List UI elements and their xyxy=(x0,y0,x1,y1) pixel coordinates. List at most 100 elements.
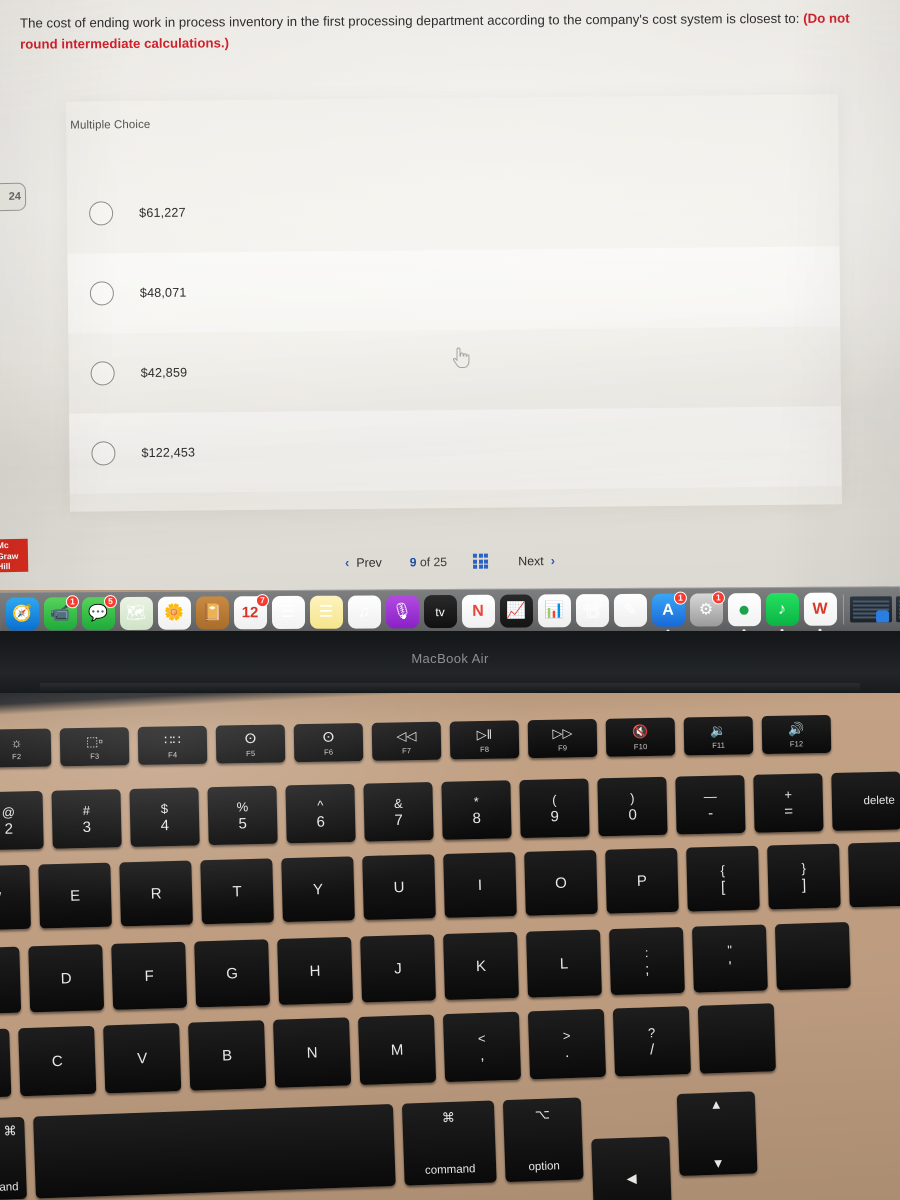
dock-item-podcasts[interactable]: 🎙 xyxy=(384,594,420,630)
key-primary-symbol: 4 xyxy=(160,816,170,834)
radio-button-2[interactable] xyxy=(89,281,115,306)
key-4[interactable]: $4 xyxy=(129,787,200,847)
key-E[interactable]: E xyxy=(38,862,112,929)
key-7[interactable]: & 7 xyxy=(363,782,434,842)
key-2[interactable]: @2 xyxy=(0,790,44,851)
key-f10[interactable]: 🔇 F10 xyxy=(605,717,676,757)
dock-item-keynote[interactable]: 📽 xyxy=(574,593,610,629)
choice-option-3[interactable]: $42,859 xyxy=(68,326,841,413)
key-M[interactable]: M xyxy=(357,1014,437,1085)
key-V[interactable]: V xyxy=(103,1022,182,1094)
choice-option-2[interactable]: $48,071 xyxy=(67,246,841,334)
key-9[interactable]: (9 xyxy=(519,778,590,839)
key-,[interactable]: <, xyxy=(442,1011,522,1083)
key-C[interactable]: C xyxy=(18,1025,97,1097)
key-edge-partial[interactable] xyxy=(774,922,851,991)
radio-button-1[interactable] xyxy=(89,201,114,226)
key-f3[interactable]: ⬚▫ F3 xyxy=(59,727,130,767)
dock-item-pages[interactable]: ✎ xyxy=(612,592,648,628)
dock-item-contacts[interactable]: 📔 xyxy=(194,595,230,631)
prev-button[interactable]: ‹ Prev xyxy=(329,555,398,571)
dock-item-maps[interactable]: 🗺 xyxy=(118,595,154,631)
key-;[interactable]: :; xyxy=(608,926,685,996)
dock-item-reminders[interactable]: ☰ xyxy=(270,594,306,630)
key-space[interactable] xyxy=(33,1104,396,1199)
key-f11[interactable]: 🔉 F11 xyxy=(683,716,754,756)
key-W[interactable]: W xyxy=(0,864,31,931)
f7-label: F7 xyxy=(402,745,412,755)
key-J[interactable]: J xyxy=(360,934,436,1003)
key-][interactable]: }] xyxy=(767,843,841,910)
key-f5[interactable]: ⵙ F5 xyxy=(215,724,286,764)
key-6[interactable]: ^ 6 xyxy=(285,783,356,844)
dock-item-news[interactable]: N xyxy=(460,593,496,629)
radio-button-3[interactable] xyxy=(90,361,115,386)
dock-item-wps-office[interactable]: W xyxy=(802,591,838,633)
key-edge-partial[interactable] xyxy=(848,841,900,908)
choice-option-1[interactable]: $61,227 xyxy=(67,166,840,253)
question-grid-icon[interactable] xyxy=(472,553,489,569)
dock-item-messages[interactable]: 💬 5 xyxy=(80,594,117,632)
minimized-window-1[interactable] xyxy=(849,595,893,623)
dock-item-calendar[interactable]: 12 7 xyxy=(232,593,269,631)
key-f2[interactable]: ☼ F2 xyxy=(0,728,52,768)
dock-item-app-store[interactable]: A1 xyxy=(650,591,687,634)
dock-item-system-preferences[interactable]: ⚙ 1 xyxy=(688,590,725,628)
key-T[interactable]: T xyxy=(200,858,274,925)
key-5[interactable]: % 5 xyxy=(207,785,278,846)
key-/[interactable]: ? / xyxy=(612,1006,692,1077)
key-f4[interactable]: ∷∷ F4 xyxy=(137,725,208,765)
key-f6[interactable]: ⵙ F6 xyxy=(293,723,364,763)
dock-item-numbers[interactable]: 📊 xyxy=(536,593,572,629)
key-delete[interactable]: delete xyxy=(831,771,900,832)
key-f12[interactable]: 🔊 F12 xyxy=(761,714,832,755)
key-U[interactable]: U xyxy=(362,854,436,921)
key-8[interactable]: * 8 xyxy=(441,780,512,840)
key-N[interactable]: N xyxy=(272,1017,352,1088)
key-X[interactable]: X xyxy=(0,1028,12,1100)
next-button[interactable]: Next › xyxy=(502,553,571,569)
dock-item-apple-tv[interactable]: tv xyxy=(422,593,458,629)
dock-item-notes[interactable]: ☰ xyxy=(308,594,344,630)
key-f7[interactable]: ◁◁ F7 xyxy=(371,721,442,761)
macos-dock[interactable]: 🧭📹1💬5🗺🌼📔127☰☰♫🎙tvN📈📊📽✎A1⚙1●♪W🗑 xyxy=(0,586,900,637)
key-B[interactable]: B xyxy=(188,1020,267,1091)
minimized-window-2[interactable] xyxy=(895,595,900,622)
key--[interactable]: — - xyxy=(675,774,746,835)
key-I[interactable]: I xyxy=(443,852,517,918)
key-D[interactable]: D xyxy=(28,944,105,1013)
dock-item-photos[interactable]: 🌼 xyxy=(156,595,192,631)
radio-button-4[interactable] xyxy=(91,441,116,466)
key-3[interactable]: #3 xyxy=(51,789,122,849)
key-command-right[interactable]: ⌘ command xyxy=(401,1100,497,1186)
dock-item-facetime[interactable]: 📹 1 xyxy=(42,594,79,632)
key-.[interactable]: >. xyxy=(527,1008,607,1080)
key-f9[interactable]: ▷▷ F9 xyxy=(527,718,598,759)
key-F[interactable]: F xyxy=(111,941,188,1010)
key-H[interactable]: H xyxy=(277,936,354,1005)
choice-option-4[interactable]: $122,453 xyxy=(69,406,842,494)
dock-item-spotify[interactable]: ♪ xyxy=(764,591,800,633)
key-f8[interactable]: ▷‖ F8 xyxy=(449,720,520,760)
key-R[interactable]: R xyxy=(119,860,193,927)
key-[[interactable]: {[ xyxy=(686,845,760,912)
key-G[interactable]: G xyxy=(194,939,271,1008)
dock-item-chrome[interactable]: ● xyxy=(726,592,762,633)
key-P[interactable]: P xyxy=(605,847,679,914)
dock-item-stocks[interactable]: 📈 xyxy=(498,593,534,629)
key-O[interactable]: O xyxy=(524,849,598,916)
key-option[interactable]: ⌥ option xyxy=(502,1097,584,1183)
key-Y[interactable]: Y xyxy=(281,856,355,923)
key-command-left[interactable]: ⌘ command xyxy=(0,1116,27,1200)
key-0[interactable]: ) 0 xyxy=(597,776,668,837)
dock-item-music[interactable]: ♫ xyxy=(346,594,382,630)
key-=[interactable]: + = xyxy=(753,773,824,833)
key-edge-partial[interactable] xyxy=(697,1003,776,1074)
dock-item-safari[interactable]: 🧭 xyxy=(4,596,40,637)
key-S[interactable]: S xyxy=(0,946,22,1015)
key-K[interactable]: K xyxy=(443,931,519,1001)
key-arrow-left[interactable]: ◀ xyxy=(591,1136,673,1200)
key-arrow-up-down[interactable]: ▲ ▼ xyxy=(676,1091,758,1177)
key-L[interactable]: L xyxy=(526,929,602,998)
key-'[interactable]: " ' xyxy=(691,924,768,993)
